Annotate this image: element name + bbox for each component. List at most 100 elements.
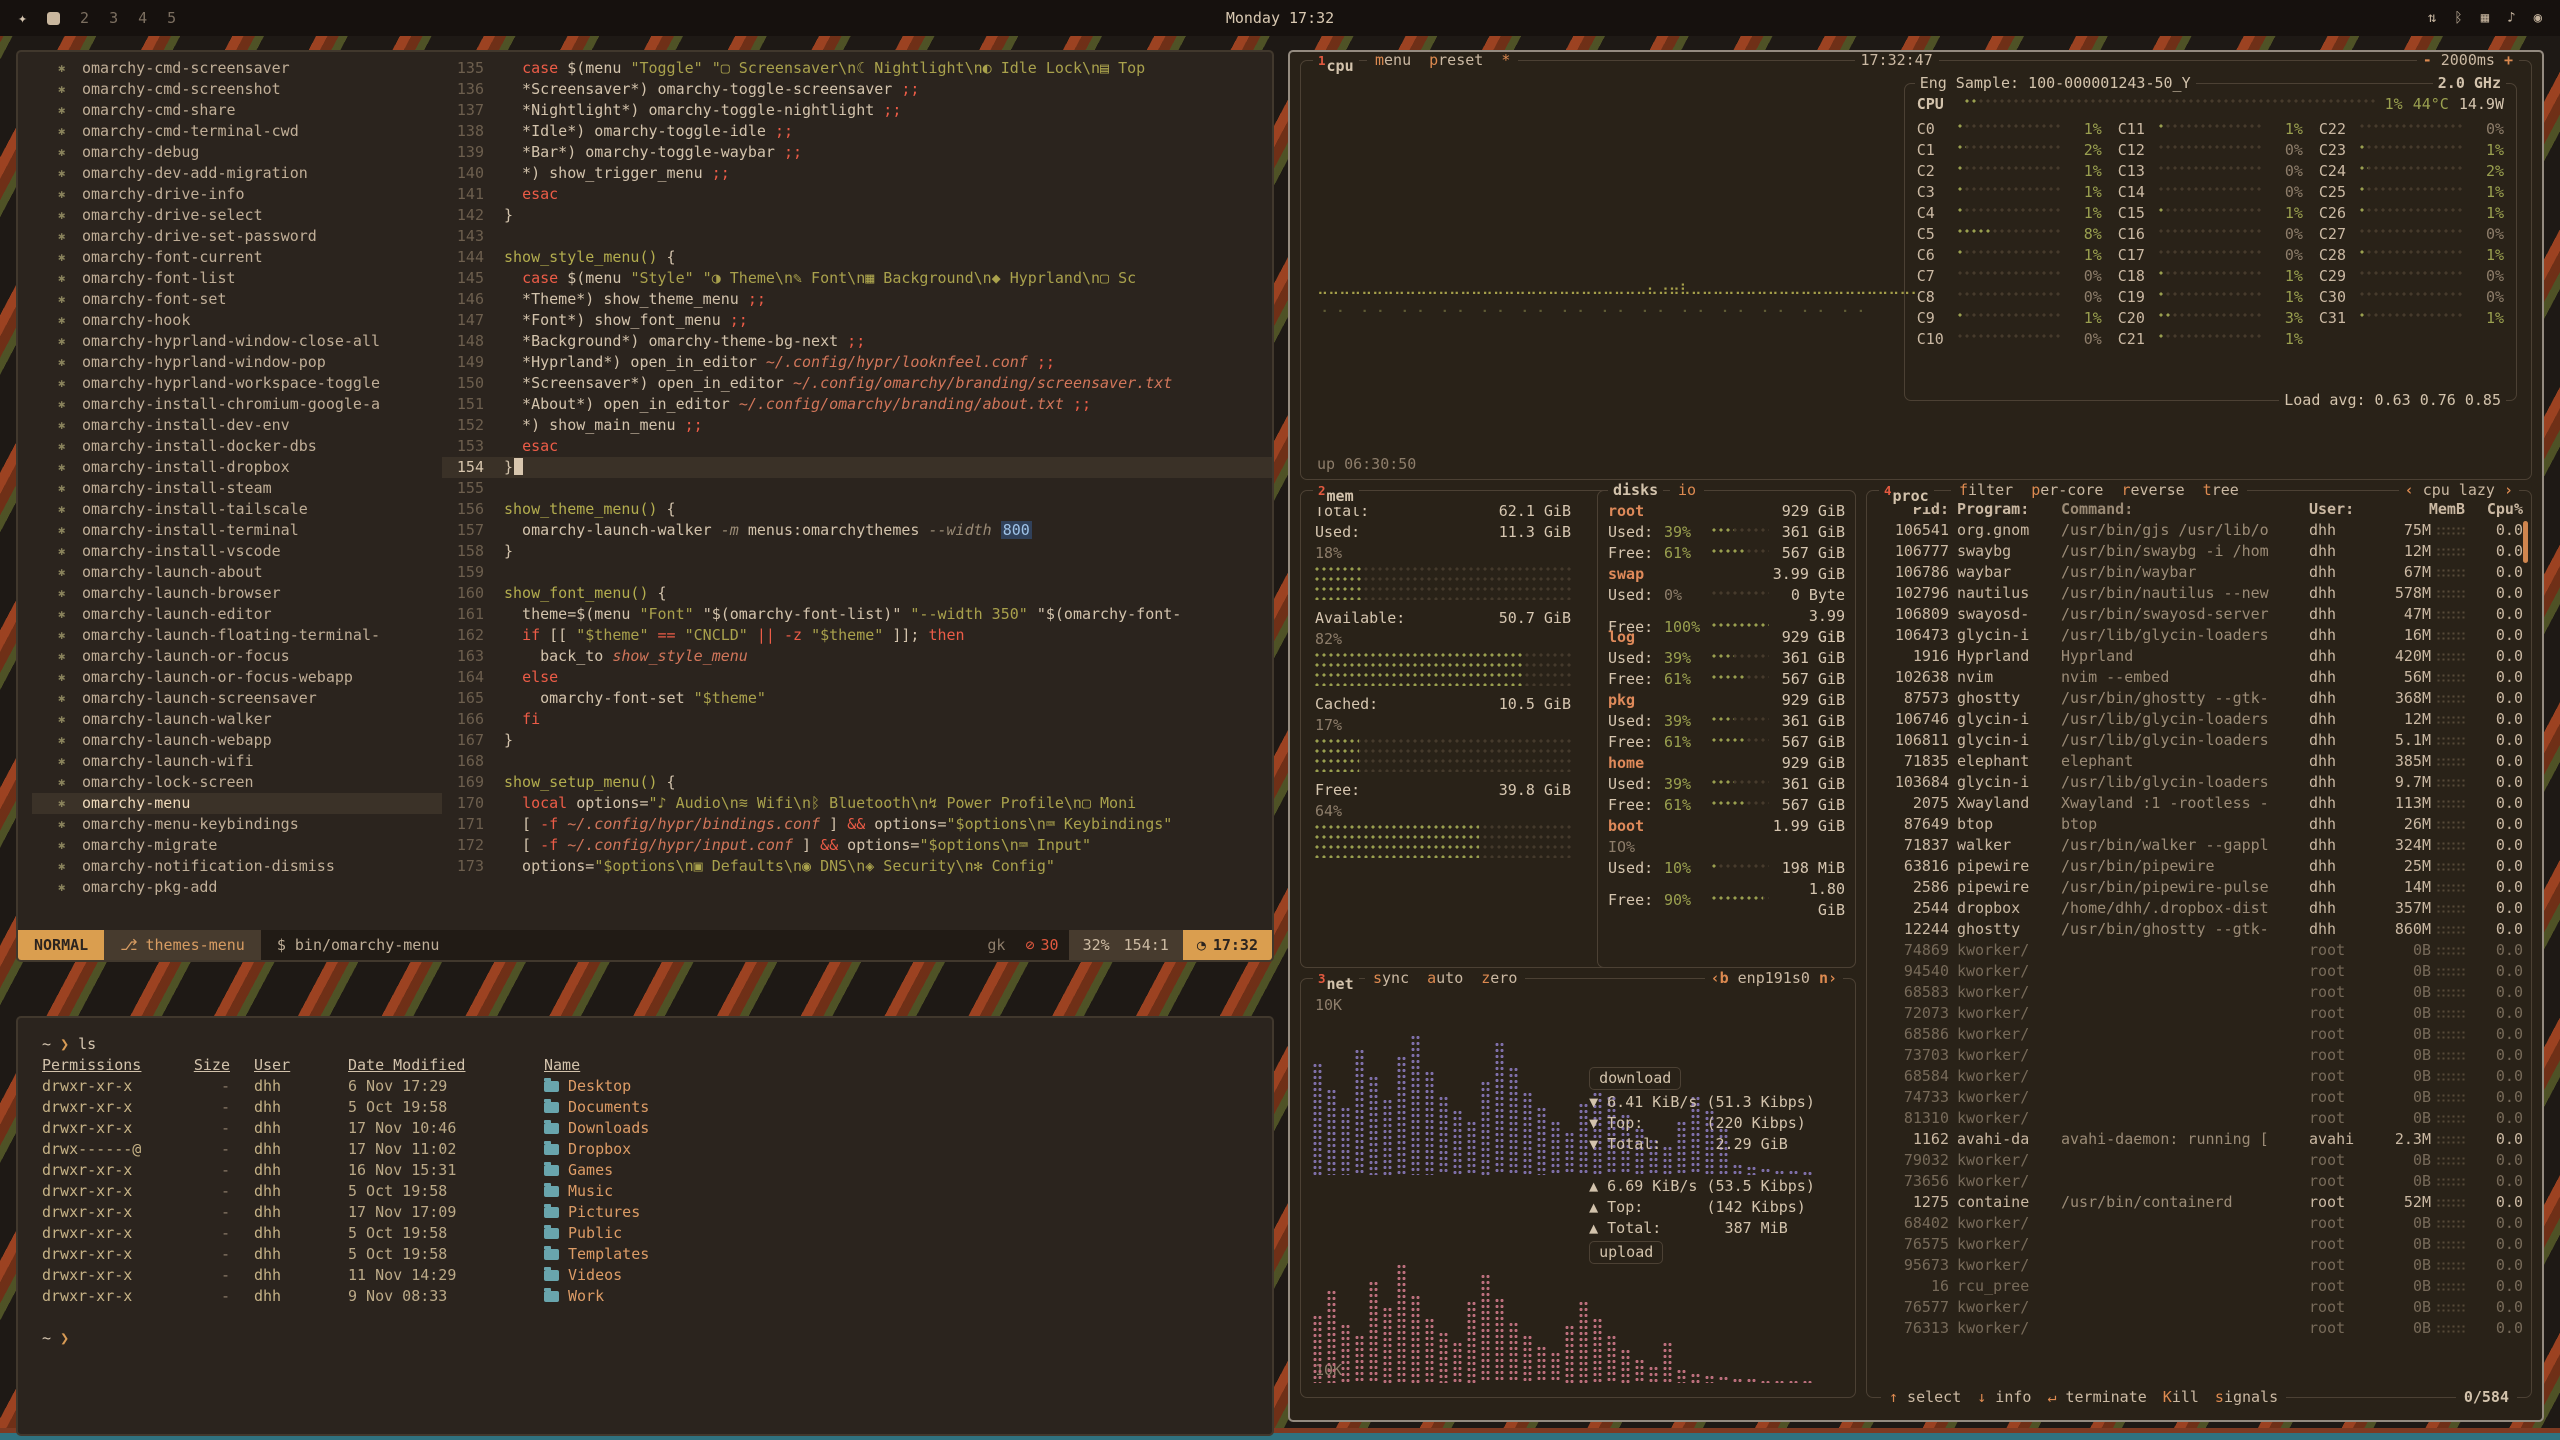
net-auto-button[interactable]: auto: [1427, 968, 1463, 989]
footer-action-ignals[interactable]: signals: [2215, 1387, 2278, 1408]
file-row[interactable]: drwxr-xr-x-dhh17 Nov 10:46Downloads: [42, 1118, 1248, 1139]
file-row[interactable]: drwxr-xr-x-dhh 9 Nov 08:33Work: [42, 1286, 1248, 1307]
process-row[interactable]: 81310kworker/root0B0.0: [1877, 1108, 2523, 1129]
file-name[interactable]: Documents: [514, 1097, 1248, 1118]
file-name[interactable]: Dropbox: [514, 1139, 1248, 1160]
process-row[interactable]: 71837walker/usr/bin/walker --gappldhh324…: [1877, 835, 2523, 856]
column-header-program[interactable]: Program:: [1957, 499, 2053, 520]
process-row[interactable]: 102796nautilus/usr/bin/nautilus --newdhh…: [1877, 583, 2523, 604]
workspace-3[interactable]: 3: [109, 9, 118, 27]
process-row[interactable]: 74733kworker/root0B0.0: [1877, 1087, 2523, 1108]
tree-item[interactable]: ✱omarchy-pkg-add: [58, 877, 442, 898]
file-name[interactable]: Desktop: [514, 1076, 1248, 1097]
tree-item[interactable]: ✱omarchy-hyprland-workspace-toggle: [58, 373, 442, 394]
os-logo-icon[interactable]: ✦: [18, 9, 27, 27]
tree-item[interactable]: ✱omarchy-dev-add-migration: [58, 163, 442, 184]
file-row[interactable]: drwxr-xr-x-dhh 5 Oct 19:58Public: [42, 1223, 1248, 1244]
file-row[interactable]: drwxr-xr-x-dhh16 Nov 15:31Games: [42, 1160, 1248, 1181]
process-row[interactable]: 72073kworker/root0B0.0: [1877, 1003, 2523, 1024]
io-toggle-button[interactable]: io: [1670, 480, 1704, 501]
process-row[interactable]: 103684glycin-i/usr/lib/glycin-loadersdhh…: [1877, 772, 2523, 793]
process-row[interactable]: 68583kworker/root0B0.0: [1877, 982, 2523, 1003]
tree-item[interactable]: ✱omarchy-cmd-screenshot: [58, 79, 442, 100]
net-zero-button[interactable]: zero: [1481, 968, 1517, 989]
footer-action-select[interactable]: ↑ select: [1889, 1387, 1961, 1408]
cpu-menu-button[interactable]: menu: [1375, 50, 1411, 71]
footer-action-info[interactable]: ↓ info: [1977, 1387, 2031, 1408]
process-row[interactable]: 74869kworker/root0B0.0: [1877, 940, 2523, 961]
tree-item[interactable]: ✱omarchy-install-steam: [58, 478, 442, 499]
process-row[interactable]: 94540kworker/root0B0.0: [1877, 961, 2523, 982]
tree-item[interactable]: ✱omarchy-debug: [58, 142, 442, 163]
file-row[interactable]: drwxr-xr-x-dhh17 Nov 17:09Pictures: [42, 1202, 1248, 1223]
file-name[interactable]: Work: [514, 1286, 1248, 1307]
power-icon[interactable]: ◉: [2534, 10, 2542, 26]
tree-item[interactable]: ✱omarchy-launch-floating-terminal-: [58, 625, 442, 646]
tree-item[interactable]: ✱omarchy-launch-or-focus: [58, 646, 442, 667]
process-row[interactable]: 68402kworker/root0B0.0: [1877, 1213, 2523, 1234]
file-row[interactable]: drwxr-xr-x-dhh11 Nov 14:29Videos: [42, 1265, 1248, 1286]
file-name[interactable]: Pictures: [514, 1202, 1248, 1223]
process-row[interactable]: 12244ghostty/usr/bin/ghostty --gtk-dhh86…: [1877, 919, 2523, 940]
file-name[interactable]: Games: [514, 1160, 1248, 1181]
tree-item[interactable]: ✱omarchy-launch-walker: [58, 709, 442, 730]
process-row[interactable]: 1275containe/usr/bin/containerdroot52M0.…: [1877, 1192, 2523, 1213]
process-row[interactable]: 68584kworker/root0B0.0: [1877, 1066, 2523, 1087]
process-row[interactable]: 102638nvimnvim --embeddhh56M0.0: [1877, 667, 2523, 688]
sort-prev-button[interactable]: ‹: [2405, 481, 2414, 499]
process-row[interactable]: 106777swaybg/usr/bin/swaybg -i /homdhh12…: [1877, 541, 2523, 562]
file-name[interactable]: Public: [514, 1223, 1248, 1244]
file-name[interactable]: Downloads: [514, 1118, 1248, 1139]
tree-item[interactable]: ✱omarchy-launch-editor: [58, 604, 442, 625]
cpu--button[interactable]: *: [1501, 50, 1510, 71]
tree-item[interactable]: ✱omarchy-install-docker-dbs: [58, 436, 442, 457]
tree-item[interactable]: ✱omarchy-install-chromium-google-a: [58, 394, 442, 415]
tree-item[interactable]: ✱omarchy-migrate: [58, 835, 442, 856]
tree-item[interactable]: ✱omarchy-menu: [32, 793, 442, 814]
sort-next-button[interactable]: ›: [2504, 481, 2513, 499]
bluetooth-icon[interactable]: ᛒ: [2454, 10, 2462, 26]
column-header-command[interactable]: Command:: [2061, 499, 2301, 520]
file-row[interactable]: drwxr-xr-x-dhh 5 Oct 19:58Music: [42, 1181, 1248, 1202]
process-row[interactable]: 87573ghostty/usr/bin/ghostty --gtk-dhh36…: [1877, 688, 2523, 709]
tree-item[interactable]: ✱omarchy-install-dropbox: [58, 457, 442, 478]
file-name[interactable]: Music: [514, 1181, 1248, 1202]
tree-item[interactable]: ✱omarchy-launch-wifi: [58, 751, 442, 772]
tree-item[interactable]: ✱omarchy-install-tailscale: [58, 499, 442, 520]
tree-item[interactable]: ✱omarchy-cmd-screensaver: [58, 58, 442, 79]
tree-item[interactable]: ✱omarchy-font-set: [58, 289, 442, 310]
proc-tree-button[interactable]: tree: [2203, 480, 2239, 501]
process-row[interactable]: 63816pipewire/usr/bin/pipewiredhh25M0.0: [1877, 856, 2523, 877]
file-row[interactable]: drwxr-xr-x-dhh 5 Oct 19:58Templates: [42, 1244, 1248, 1265]
process-row[interactable]: 106811glycin-i/usr/lib/glycin-loadersdhh…: [1877, 730, 2523, 751]
iface-next-button[interactable]: n›: [1819, 969, 1837, 987]
file-row[interactable]: drwxr-xr-x-dhh 5 Oct 19:58Documents: [42, 1097, 1248, 1118]
tree-item[interactable]: ✱omarchy-hook: [58, 310, 442, 331]
workspace-2[interactable]: 2: [80, 9, 89, 27]
terminal-prompt[interactable]: ~ ❯: [42, 1328, 1248, 1349]
process-row[interactable]: 76577kworker/root0B0.0: [1877, 1297, 2523, 1318]
tree-item[interactable]: ✱omarchy-drive-select: [58, 205, 442, 226]
tree-item[interactable]: ✱omarchy-notification-dismiss: [58, 856, 442, 877]
process-row[interactable]: 2586pipewire/usr/bin/pipewire-pulsedhh14…: [1877, 877, 2523, 898]
iface-prev-button[interactable]: ‹b: [1711, 969, 1729, 987]
proc-percore-button[interactable]: per-core: [2031, 480, 2103, 501]
tree-item[interactable]: ✱omarchy-hyprland-window-pop: [58, 352, 442, 373]
footer-action-terminate[interactable]: ↵ terminate: [2047, 1387, 2146, 1408]
workspace-active-indicator[interactable]: [47, 12, 60, 25]
process-row[interactable]: 73703kworker/root0B0.0: [1877, 1045, 2523, 1066]
tree-item[interactable]: ✱omarchy-launch-webapp: [58, 730, 442, 751]
process-scrollbar[interactable]: [2523, 521, 2528, 563]
screenshare-icon[interactable]: ⇅: [2428, 10, 2436, 26]
process-row[interactable]: 16rcu_preeroot0B0.0: [1877, 1276, 2523, 1297]
tree-item[interactable]: ✱omarchy-drive-info: [58, 184, 442, 205]
stats-icon[interactable]: ▦: [2481, 10, 2489, 26]
net-sync-button[interactable]: sync: [1373, 968, 1409, 989]
tree-item[interactable]: ✱omarchy-install-dev-env: [58, 415, 442, 436]
process-row[interactable]: 68586kworker/root0B0.0: [1877, 1024, 2523, 1045]
proc-reverse-button[interactable]: reverse: [2121, 480, 2184, 501]
diagnostics-badge[interactable]: ⊘ 30: [1015, 930, 1068, 960]
process-table-header[interactable]: Pid:Program:Command:User:MemBCpu%: [1877, 499, 2523, 520]
file-name[interactable]: Videos: [514, 1265, 1248, 1286]
cpu-preset-button[interactable]: preset: [1429, 50, 1483, 71]
